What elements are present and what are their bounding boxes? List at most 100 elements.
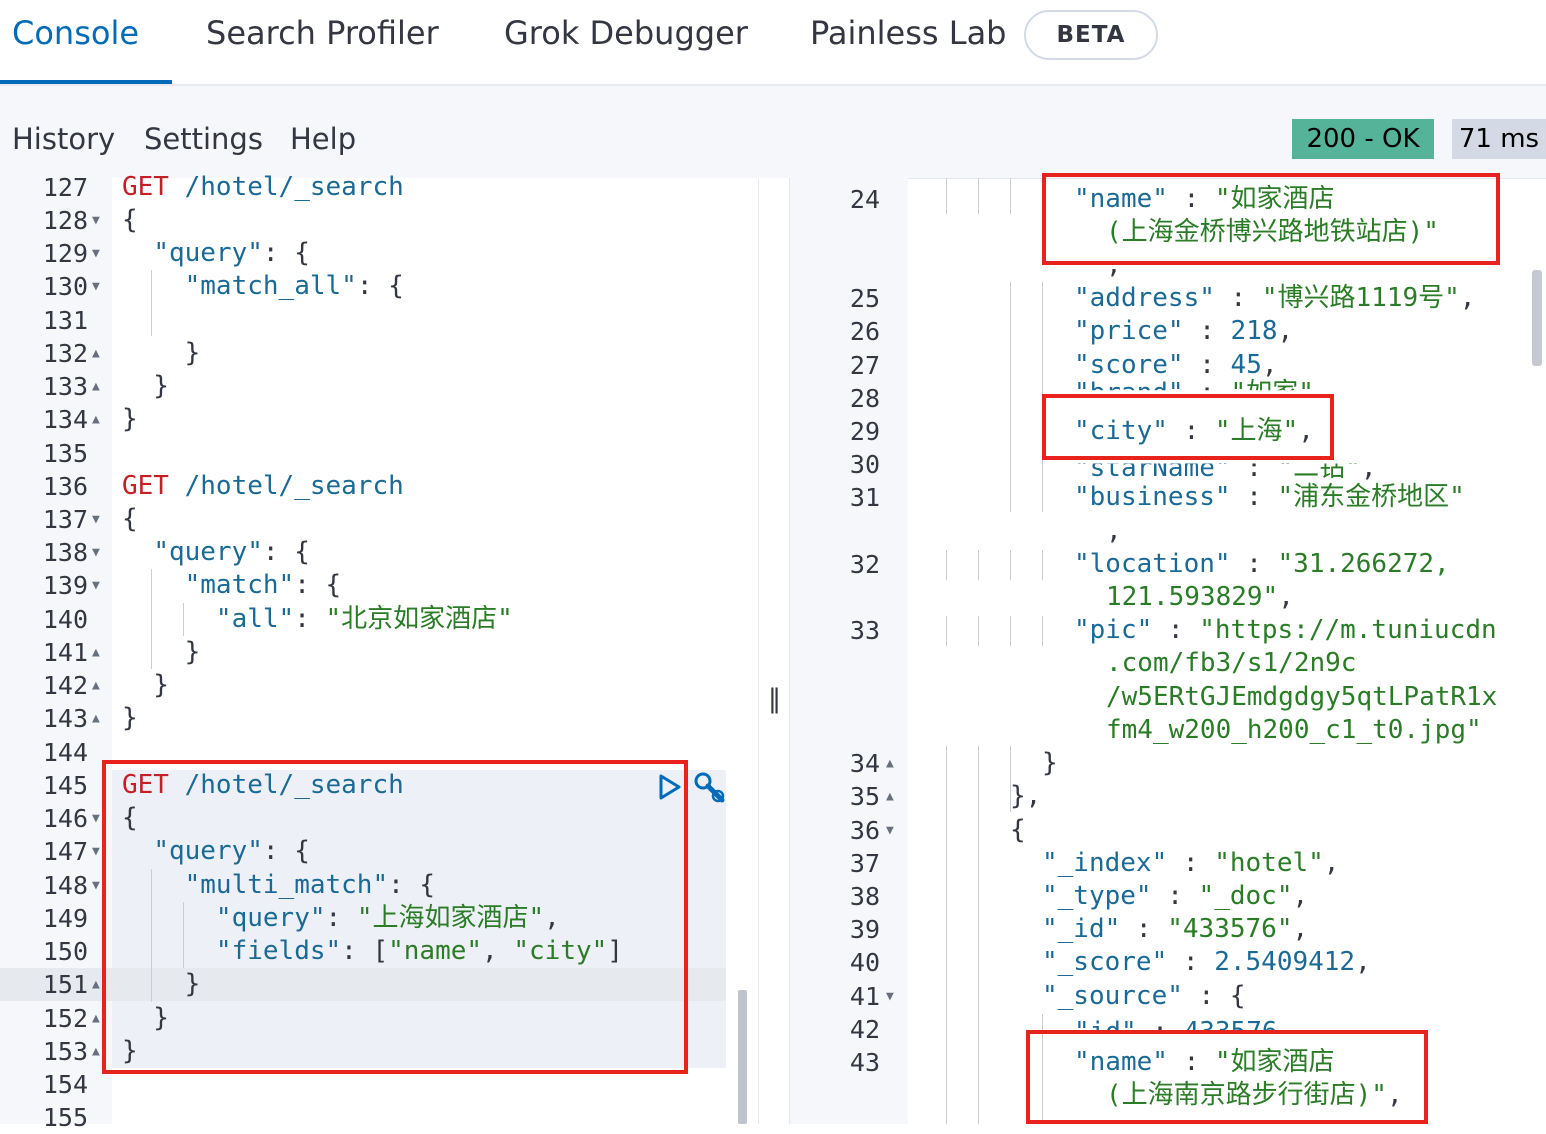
fold-close-icon[interactable]: ▲ <box>92 968 100 1001</box>
tab-grok-debugger[interactable]: Grok Debugger <box>504 14 748 52</box>
line-number: 27 <box>849 351 880 380</box>
json-key: "_score" <box>1042 947 1168 977</box>
json-key: "_index" <box>1042 848 1168 878</box>
response-scrollbar[interactable] <box>1532 270 1542 366</box>
line-number: 135 <box>42 439 88 468</box>
request-line: GET /hotel/_search <box>122 470 404 503</box>
json-key: "query" <box>153 537 263 567</box>
code-line: } <box>122 371 169 401</box>
line-number: 28 <box>849 384 880 413</box>
help-link[interactable]: Help <box>290 122 356 156</box>
history-link[interactable]: History <box>12 122 115 156</box>
json-string: fm4_w200_h200_c1_t0.jpg" <box>1106 715 1482 745</box>
request-path: /hotel/_search <box>184 471 404 501</box>
code-line: "_index" : "hotel", <box>1042 848 1340 878</box>
json-key: "_source" <box>1042 981 1183 1011</box>
code-line: { <box>1010 815 1026 845</box>
fold-open-icon[interactable]: ▼ <box>92 270 100 303</box>
fold-open-icon[interactable]: ▼ <box>92 802 100 835</box>
code-line: "pic" : "https://m.tuniucdn <box>1074 615 1497 645</box>
fold-open-icon[interactable]: ▼ <box>92 569 100 602</box>
fold-close-icon[interactable]: ▲ <box>92 337 100 370</box>
tab-console[interactable]: Console <box>12 14 139 52</box>
editor-scrollbar[interactable] <box>738 990 747 1124</box>
line-number: 127 <box>42 173 88 202</box>
line-number: 139 <box>42 571 88 600</box>
code-line: { <box>122 504 138 534</box>
line-number: 43 <box>849 1048 880 1077</box>
code-line: "location" : "31.266272, <box>1074 549 1450 579</box>
line-number: 131 <box>42 306 88 335</box>
fold-open-icon[interactable]: ▼ <box>92 835 100 868</box>
json-key: "price" <box>1074 316 1184 346</box>
annotation-box <box>1042 173 1500 265</box>
json-string: "_doc" <box>1198 881 1293 911</box>
fold-open-icon[interactable]: ▼ <box>886 814 894 847</box>
resize-handle-icon[interactable]: ‖ <box>768 684 781 714</box>
json-string: "博兴路1119号" <box>1261 283 1460 313</box>
code-line: } <box>122 338 201 368</box>
wrench-icon[interactable] <box>692 770 728 806</box>
line-number: 138 <box>42 538 88 567</box>
json-key: "_type" <box>1042 881 1152 911</box>
json-string: "31.266272, <box>1277 549 1450 579</box>
json-key: "_id" <box>1042 914 1121 944</box>
line-number: 155 <box>42 1103 88 1132</box>
line-number: 33 <box>849 616 880 645</box>
request-time-badge: 71 ms <box>1452 119 1546 159</box>
fold-close-icon[interactable]: ▲ <box>92 1035 100 1068</box>
panel-resizer[interactable] <box>758 178 790 1124</box>
json-string: "浦东金桥地区" <box>1277 482 1465 512</box>
tab-painless-lab[interactable]: Painless Lab <box>810 14 1006 52</box>
fold-open-icon[interactable]: ▼ <box>92 536 100 569</box>
fold-close-icon[interactable]: ▲ <box>92 702 100 735</box>
json-key: "score" <box>1074 350 1184 380</box>
line-number: 30 <box>849 450 880 479</box>
app-tabs: Console Search Profiler Grok Debugger Pa… <box>0 0 1546 86</box>
line-number: 128 <box>42 206 88 235</box>
fold-open-icon[interactable]: ▼ <box>886 980 894 1013</box>
line-number: 132 <box>42 339 88 368</box>
json-number: 218 <box>1230 316 1278 346</box>
code-line: } <box>122 670 169 700</box>
indent-guide <box>946 616 947 646</box>
indent-guide <box>1010 282 1011 512</box>
indent-guide <box>978 746 979 1124</box>
fold-open-icon[interactable]: ▼ <box>92 237 100 270</box>
line-number: 147 <box>42 837 88 866</box>
fold-close-icon[interactable]: ▲ <box>886 747 894 780</box>
code-line: "query": { <box>153 537 310 567</box>
code-line: "_id" : "433576", <box>1042 914 1309 944</box>
line-number: 151 <box>42 970 88 999</box>
line-number: 150 <box>42 937 88 966</box>
indent-guide <box>1042 550 1043 580</box>
line-number: 144 <box>42 738 88 767</box>
tab-search-profiler[interactable]: Search Profiler <box>206 14 439 52</box>
code-line: } <box>122 703 138 733</box>
code-line: } <box>1042 748 1058 778</box>
indent-guide <box>946 746 947 1124</box>
line-number: 31 <box>849 483 880 512</box>
json-string: 121.593829" <box>1106 582 1279 612</box>
indent-guide <box>978 550 979 580</box>
code-line: "match": { <box>184 570 342 600</box>
json-string: /w5ERtGJEmdgdgy5qtLPatR1x <box>1106 682 1498 712</box>
line-number: 143 <box>42 704 88 733</box>
line-number: 154 <box>42 1070 88 1099</box>
fold-close-icon[interactable]: ▲ <box>92 1002 100 1035</box>
indent-guide <box>1010 178 1011 214</box>
code-line: "query": { <box>153 238 310 268</box>
json-key: "location" <box>1074 549 1231 579</box>
fold-close-icon[interactable]: ▲ <box>92 669 100 702</box>
json-string: "https://m.tuniucdn <box>1199 615 1497 645</box>
fold-open-icon[interactable]: ▼ <box>92 869 100 902</box>
settings-link[interactable]: Settings <box>144 122 263 156</box>
fold-open-icon[interactable]: ▼ <box>92 204 100 237</box>
fold-open-icon[interactable]: ▼ <box>92 503 100 536</box>
fold-close-icon[interactable]: ▲ <box>92 370 100 403</box>
json-key: "match" <box>184 570 295 600</box>
fold-close-icon[interactable]: ▲ <box>886 780 894 813</box>
line-number: 133 <box>42 372 88 401</box>
fold-close-icon[interactable]: ▲ <box>92 403 100 436</box>
fold-close-icon[interactable]: ▲ <box>92 636 100 669</box>
